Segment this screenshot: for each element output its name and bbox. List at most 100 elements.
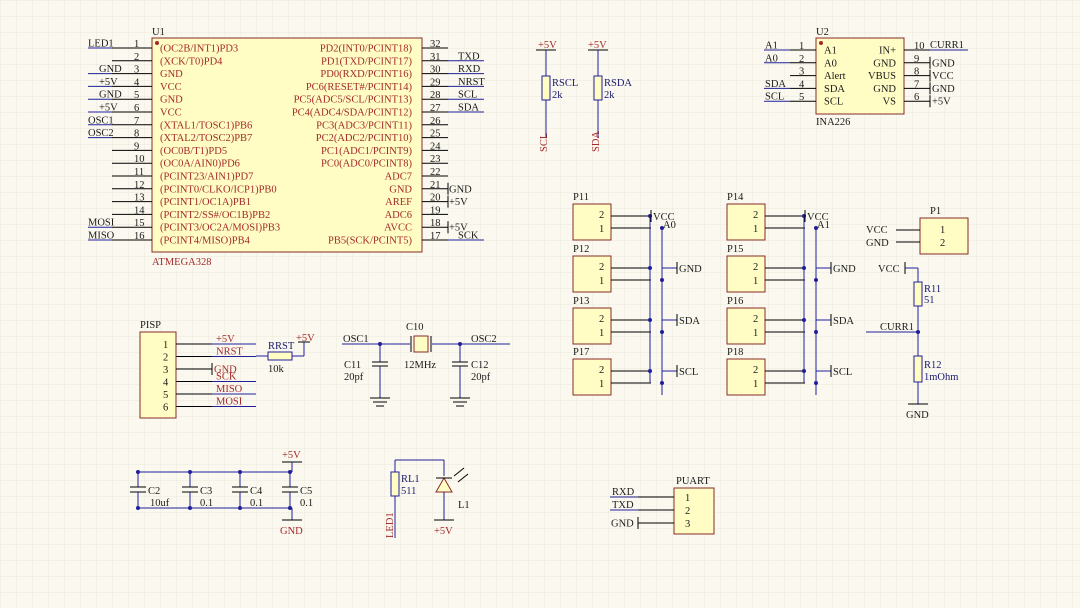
- u2-pin-9-name: GND: [873, 58, 896, 69]
- u1-pin-9-num: 9: [134, 141, 139, 152]
- header-p16-pin1: 1: [753, 328, 758, 339]
- u1-pin-18-num: 18: [430, 218, 441, 229]
- rrst-net: +5V: [296, 333, 315, 344]
- pisp-pin-6-net: MOSI: [216, 397, 243, 408]
- u1-pin-27-num: 27: [430, 103, 441, 114]
- puart-pin-1-net: RXD: [612, 487, 635, 498]
- decoupling-cap-c5-value: 0.1: [300, 498, 313, 509]
- p1-pin2-net: GND: [866, 238, 889, 249]
- rl1-ref: RL1: [401, 474, 420, 485]
- u1-pin-23-name: PC0(ADC0/PCINT8): [321, 159, 413, 170]
- header-p18-pin1: 1: [753, 379, 758, 390]
- u1-pin-32-name: PD2(INT0/PCINT18): [320, 44, 413, 55]
- pisp-pin-4-num: 4: [163, 378, 169, 389]
- decoup-bottom-net: GND: [280, 526, 303, 537]
- u1-pin-3-num: 3: [134, 65, 139, 76]
- rscl-top-net: +5V: [538, 40, 557, 51]
- header-p17-pin1: 1: [599, 379, 604, 390]
- u1-pin-8-name: (XTAL2/TOSC2)PB7: [160, 133, 252, 144]
- c11-ref: C11: [344, 360, 361, 371]
- u2-pin-9-num: 9: [914, 54, 919, 65]
- u1-pin-23-num: 23: [430, 154, 441, 165]
- decoupling-cap-c4-ref: C4: [250, 486, 263, 497]
- header-p12-pin1: 1: [599, 276, 604, 287]
- u1-pin-8-num: 8: [134, 129, 139, 140]
- u1-pin-19-num: 19: [430, 205, 441, 216]
- pisp-pin-6-num: 6: [163, 403, 168, 414]
- pisp-pin-2-net: NRST: [216, 347, 243, 358]
- u1-pin-20-name: AREF: [385, 197, 412, 208]
- u2-pin-5-num: 5: [799, 92, 804, 103]
- pisp-pin-5-net: MISO: [216, 384, 243, 395]
- u2-pin-1-num: 1: [799, 41, 804, 52]
- r11-value: 51: [924, 295, 935, 306]
- rscl-bottom-net: SCL: [539, 133, 550, 152]
- u1-pin-31-num: 31: [430, 52, 441, 63]
- u2-pin-5-name: SCL: [824, 97, 843, 108]
- schematic-canvas: U1 ATMEGA328 1 (OC2B/INT1)PD3 LED1 2 (XCK/T0…: [0, 0, 1080, 608]
- rrst-ref: RRST: [268, 341, 295, 352]
- u1-pin-30-name: PD0(RXD/PCINT16): [320, 69, 412, 80]
- u1-pin-16-net: MISO: [88, 231, 115, 242]
- decoup-top-net: +5V: [282, 450, 301, 461]
- puart-pin-2-num: 2: [685, 506, 690, 517]
- u1-pin-3-net: GND: [99, 64, 122, 75]
- u1-pin-18-name: AVCC: [384, 223, 412, 234]
- u1-pin-6-num: 6: [134, 103, 139, 114]
- p1-pin1-num: 1: [940, 225, 945, 236]
- header-p14-ref: P14: [727, 192, 744, 203]
- u1-pin-25-num: 25: [430, 129, 441, 140]
- header-p13-pin2: 2: [599, 314, 604, 325]
- header-p18-pin2: 2: [753, 365, 758, 376]
- u1-pin-10-name: (OC0A/AIN0)PD6: [160, 159, 240, 170]
- p1-pin1-net: VCC: [866, 225, 888, 236]
- osc1-net: OSC1: [343, 334, 369, 345]
- u1-pin-21-num: 21: [430, 180, 441, 191]
- pisp-pin-1-num: 1: [163, 340, 168, 351]
- u1-pin-17-num: 17: [430, 231, 441, 242]
- header-p12-net: GND: [679, 264, 702, 275]
- header-p18-net: SCL: [833, 367, 852, 378]
- u1-pin-8-net: OSC2: [88, 128, 114, 139]
- rl1-value: 511: [401, 486, 416, 497]
- u1-pin-11-name: (PCINT23/AIN1)PD7: [160, 172, 253, 183]
- decoupling-cap-c2-ref: C2: [148, 486, 160, 497]
- u1-pin-1-net: LED1: [88, 39, 114, 50]
- header-p14-net2: A1: [817, 220, 830, 231]
- u2-pin-3-name: Alert: [824, 71, 846, 82]
- header-p11-pin1: 1: [599, 224, 604, 235]
- puart-pin-2-net: TXD: [612, 500, 634, 511]
- rsda-value: 2k: [604, 90, 615, 101]
- header-p15-ref: P15: [727, 244, 743, 255]
- u2-value: INA226: [816, 117, 850, 128]
- header-p11-net2: A0: [663, 220, 676, 231]
- rsda-top-net: +5V: [588, 40, 607, 51]
- u1-pin-4-num: 4: [134, 77, 140, 88]
- c11-value: 20pf: [344, 372, 364, 383]
- u2-pin-9-net: GND: [932, 58, 955, 69]
- u1-pin-3-name: GND: [160, 69, 183, 80]
- u1-pin-30-num: 30: [430, 65, 441, 76]
- u2-pin-1-net: A1: [765, 41, 778, 52]
- u2-pin-6-num: 6: [914, 92, 919, 103]
- r12-ref: R12: [924, 360, 942, 371]
- header-p16-net: SDA: [833, 316, 854, 327]
- header-p11-ref: P11: [573, 192, 589, 203]
- u1-pin-25-name: PC2(ADC2/PCINT10): [316, 133, 413, 144]
- rscl-value: 2k: [552, 90, 563, 101]
- u1-pin-2-name: (XCK/T0)PD4: [160, 56, 223, 67]
- u2-pin-2-num: 2: [799, 54, 804, 65]
- u1-pin-27-name: PC4(ADC4/SDA/PCINT12): [292, 108, 413, 119]
- u1-pin-22-num: 22: [430, 167, 441, 178]
- u2-pin-10-num: 10: [914, 41, 925, 52]
- header-p14-pin1: 1: [753, 224, 758, 235]
- u1-value: ATMEGA328: [152, 257, 212, 268]
- u1-pin-22-name: ADC7: [385, 172, 412, 183]
- pisp-pin-3-num: 3: [163, 365, 168, 376]
- u1-pin-19-name: ADC6: [385, 210, 412, 221]
- u2-pin-4-net: SDA: [765, 79, 786, 90]
- u2-pin-7-net: GND: [932, 84, 955, 95]
- u1-pin-13-name: (PCINT1/OC1A)PB1: [160, 197, 251, 208]
- decoupling-cap-c2-value: 10uf: [150, 498, 170, 509]
- l1-ref: L1: [458, 500, 470, 511]
